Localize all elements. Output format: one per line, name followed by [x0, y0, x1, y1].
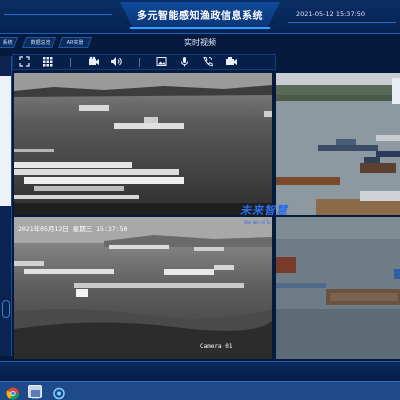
- camera-view-2[interactable]: 2021年05月12日 星期三 15:37:50 Camera 01: [14, 217, 272, 359]
- watermark-logo: 未来智慧: [240, 204, 288, 217]
- bottom-status-bar: [0, 361, 400, 381]
- header-decoration-right: [288, 22, 396, 23]
- video-toolbar: [12, 54, 276, 70]
- section-title: 实时视频: [184, 38, 216, 47]
- camera-view-4[interactable]: [276, 217, 400, 359]
- grid-icon[interactable]: [41, 56, 54, 69]
- microphone-icon[interactable]: [178, 56, 191, 69]
- window-app-icon[interactable]: [28, 385, 42, 399]
- record-icon[interactable]: [225, 56, 238, 69]
- app-title: 多元智能感知渔政信息系统: [137, 11, 263, 22]
- fullscreen-icon[interactable]: [18, 56, 31, 69]
- title-underline: [130, 27, 270, 29]
- camera-2-timestamp: 2021年05月12日 星期三 15:37:50: [18, 225, 128, 233]
- toolbar-separator: [70, 58, 71, 67]
- header-bar: 多元智能感知渔政信息系统 2021-05-12 15:37:50: [0, 0, 400, 34]
- tab-data-overview[interactable]: 数据总览: [21, 37, 57, 48]
- phone-icon[interactable]: [201, 56, 214, 69]
- camera-2-label: Camera 01: [200, 343, 233, 350]
- tab-ar-view[interactable]: AR实景: [57, 37, 93, 48]
- camera-icon[interactable]: [87, 56, 100, 69]
- volume-icon[interactable]: [109, 56, 122, 69]
- os-taskbar: [0, 381, 400, 400]
- toolbar-separator: [139, 58, 140, 67]
- tab-system[interactable]: 系统: [0, 37, 19, 48]
- image-icon[interactable]: [155, 56, 168, 69]
- camera-view-3[interactable]: [276, 73, 400, 215]
- left-panel-toggle[interactable]: [2, 300, 10, 318]
- app-window: 多元智能感知渔政信息系统 2021-05-12 15:37:50 系统 数据总览…: [0, 0, 400, 400]
- chrome-icon[interactable]: [6, 385, 20, 400]
- camera-view-1[interactable]: [14, 73, 272, 215]
- header-decoration-left: [4, 14, 112, 15]
- watermark-subtitle: Wei Wei Xi Tu: [244, 220, 271, 225]
- left-panel-list[interactable]: [0, 76, 11, 206]
- right-edge-panel: [392, 78, 400, 104]
- header-datetime: 2021-05-12 15:37:50: [296, 10, 366, 18]
- app-logo-icon[interactable]: [52, 385, 66, 400]
